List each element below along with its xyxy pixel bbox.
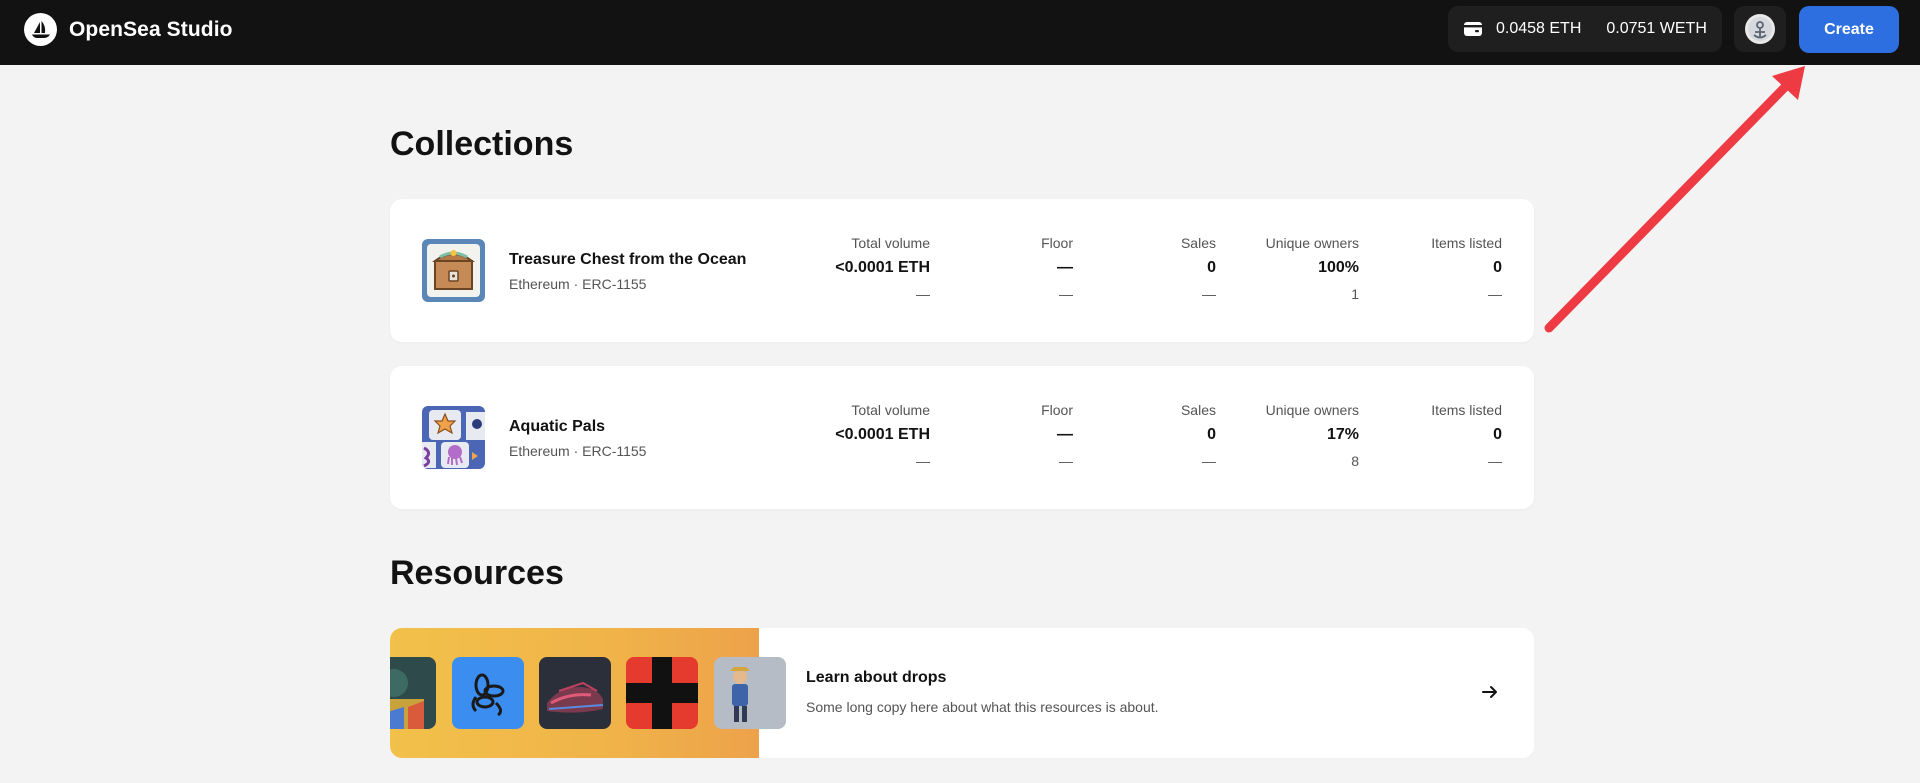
stat-value: 0 bbox=[1207, 426, 1216, 443]
collection-card[interactable]: Aquatic Pals Ethereum · ERC-1155 Total v… bbox=[390, 366, 1534, 509]
collection-name[interactable]: Treasure Chest from the Ocean bbox=[509, 251, 746, 269]
top-bar: OpenSea Studio 0.0458 ETH 0.0751 WETH Cr… bbox=[0, 0, 1920, 65]
collection-thumbnail bbox=[422, 406, 485, 469]
resources-heading: Resources bbox=[390, 554, 564, 592]
stat-label: Floor bbox=[1041, 402, 1073, 418]
stat-value: <0.0001 ETH bbox=[835, 259, 930, 276]
opensea-logo-icon bbox=[24, 13, 57, 46]
arrow-right-icon[interactable] bbox=[1478, 680, 1502, 704]
collection-name[interactable]: Aquatic Pals bbox=[509, 418, 605, 436]
brand[interactable]: OpenSea Studio bbox=[24, 13, 233, 46]
stat-sub: 1 bbox=[1351, 286, 1359, 302]
stat-sub: — bbox=[916, 286, 930, 302]
stat-total-volume: Total volume <0.0001 ETH — bbox=[770, 235, 930, 306]
stat-sub: — bbox=[1059, 286, 1073, 302]
stat-floor: Floor — — bbox=[913, 235, 1073, 306]
stat-value: 100% bbox=[1318, 259, 1359, 276]
collection-chain: Ethereum · ERC-1155 bbox=[509, 443, 647, 459]
stat-sub: 8 bbox=[1351, 453, 1359, 469]
nft-tile bbox=[539, 657, 611, 729]
nft-tile bbox=[390, 657, 436, 729]
wallet-balance[interactable]: 0.0458 ETH 0.0751 WETH bbox=[1448, 6, 1722, 52]
resource-banner-image bbox=[390, 628, 786, 758]
stat-items-listed: Items listed 0 — bbox=[1342, 235, 1502, 306]
create-button[interactable]: Create bbox=[1799, 6, 1899, 53]
stat-sub: — bbox=[1488, 286, 1502, 302]
collection-chain: Ethereum · ERC-1155 bbox=[509, 276, 647, 292]
stat-sales: Sales 0 — bbox=[1056, 235, 1216, 306]
stat-value: 17% bbox=[1326, 426, 1359, 443]
stat-total-volume: Total volume <0.0001 ETH — bbox=[770, 402, 930, 473]
avatar-icon bbox=[1745, 14, 1775, 44]
stat-unique-owners: Unique owners 100% 1 bbox=[1199, 235, 1359, 306]
stat-value: 0 bbox=[1207, 259, 1216, 276]
wallet-weth-balance: 0.0751 WETH bbox=[1606, 20, 1707, 37]
stat-label: Unique owners bbox=[1265, 402, 1359, 418]
resource-description: Some long copy here about what this reso… bbox=[806, 699, 1159, 715]
stat-sales: Sales 0 — bbox=[1056, 402, 1216, 473]
stat-sub: — bbox=[1059, 453, 1073, 469]
stat-sub: — bbox=[1488, 453, 1502, 469]
stat-value: 0 bbox=[1493, 259, 1502, 276]
stat-value: <0.0001 ETH bbox=[835, 426, 930, 443]
nft-tile bbox=[714, 657, 786, 729]
stat-sub: — bbox=[1202, 286, 1216, 302]
stat-label: Total volume bbox=[851, 235, 930, 251]
stat-label: Unique owners bbox=[1265, 235, 1359, 251]
nft-tile bbox=[626, 657, 698, 729]
stat-sub: — bbox=[916, 453, 930, 469]
account-button[interactable] bbox=[1734, 6, 1786, 52]
wallet-icon bbox=[1462, 18, 1484, 40]
stat-floor: Floor — — bbox=[913, 402, 1073, 473]
stat-value: 0 bbox=[1493, 426, 1502, 443]
stat-label: Sales bbox=[1180, 235, 1216, 251]
stat-value: — bbox=[1057, 259, 1073, 276]
stat-label: Total volume bbox=[851, 402, 930, 418]
wallet-eth-balance: 0.0458 ETH bbox=[1496, 20, 1582, 37]
collection-card[interactable]: Treasure Chest from the Ocean Ethereum ·… bbox=[390, 199, 1534, 342]
stat-sub: — bbox=[1202, 453, 1216, 469]
stat-label: Sales bbox=[1180, 402, 1216, 418]
collections-heading: Collections bbox=[390, 125, 574, 163]
stat-value: — bbox=[1057, 426, 1073, 443]
nft-tile bbox=[452, 657, 524, 729]
stat-label: Items listed bbox=[1431, 402, 1502, 418]
stat-label: Items listed bbox=[1431, 235, 1502, 251]
stat-items-listed: Items listed 0 — bbox=[1342, 402, 1502, 473]
collection-thumbnail bbox=[422, 239, 485, 302]
brand-name: OpenSea Studio bbox=[69, 17, 233, 41]
resource-title[interactable]: Learn about drops bbox=[806, 669, 946, 687]
resource-card[interactable]: Learn about drops Some long copy here ab… bbox=[390, 628, 1534, 758]
stat-label: Floor bbox=[1041, 235, 1073, 251]
stat-unique-owners: Unique owners 17% 8 bbox=[1199, 402, 1359, 473]
